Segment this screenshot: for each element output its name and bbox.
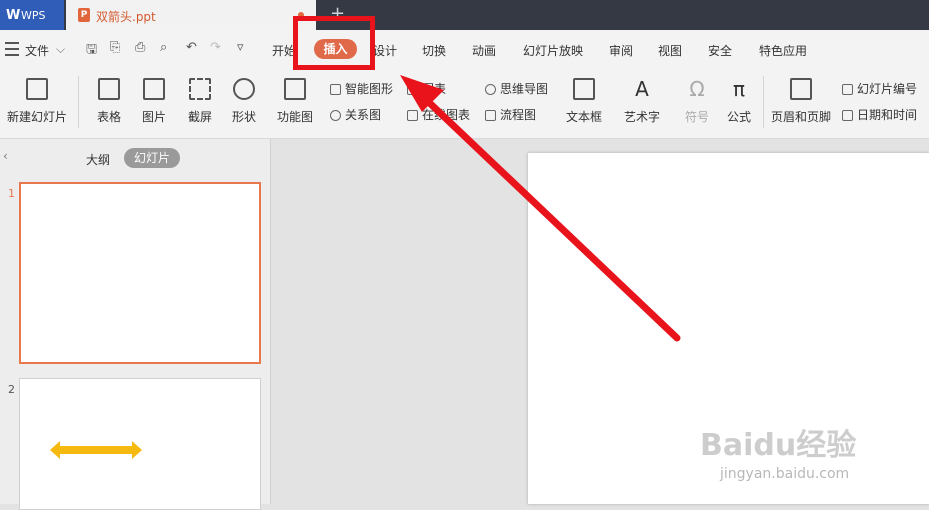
menu-tab-view[interactable]: 视图 bbox=[658, 42, 682, 59]
chart-icon bbox=[407, 84, 418, 95]
slide-thumbnail-1[interactable] bbox=[19, 182, 261, 364]
wordart-icon: A bbox=[635, 77, 649, 101]
redo-icon[interactable]: ↷ bbox=[210, 40, 221, 55]
print-preview-icon[interactable]: ⌕ bbox=[160, 40, 167, 55]
shape-icon bbox=[233, 78, 255, 100]
tab-outline[interactable]: 大纲 bbox=[86, 151, 110, 168]
textbox-icon bbox=[573, 78, 595, 100]
relation-chart-icon bbox=[330, 110, 341, 121]
calendar-icon bbox=[842, 110, 853, 121]
table-button[interactable]: 表格 bbox=[90, 78, 128, 125]
tab-slides[interactable]: 幻灯片 bbox=[124, 148, 180, 168]
wps-tab-label: WPS bbox=[21, 9, 46, 22]
double-arrow-shape bbox=[50, 441, 142, 459]
picture-icon bbox=[143, 78, 165, 100]
hamburger-menu-icon[interactable] bbox=[5, 42, 19, 56]
undo-icon[interactable]: ↶ bbox=[186, 40, 197, 55]
slide-number-2: 2 bbox=[8, 383, 15, 396]
document-tab-label: 双箭头.ppt bbox=[96, 10, 156, 24]
menu-tab-security[interactable]: 安全 bbox=[708, 42, 732, 59]
date-time-button[interactable]: 日期和时间 bbox=[842, 106, 917, 123]
slide-thumbnail-2[interactable] bbox=[19, 378, 261, 510]
screenshot-icon bbox=[189, 78, 211, 100]
online-chart-icon bbox=[407, 110, 418, 121]
menu-tab-animation[interactable]: 动画 bbox=[472, 42, 496, 59]
slide-number-button[interactable]: 幻灯片编号 bbox=[842, 80, 917, 97]
flowchart-button[interactable]: 流程图 bbox=[485, 106, 536, 123]
slide-thumbnail-panel: ‹ 大纲 幻灯片 1 2 bbox=[0, 139, 271, 510]
quick-access-dropdown-icon[interactable]: ▿ bbox=[237, 40, 244, 55]
wps-home-tab[interactable]: W WPS bbox=[0, 0, 64, 30]
shape-button[interactable]: 形状 bbox=[225, 78, 263, 125]
omega-symbol-icon: Ω bbox=[689, 77, 705, 101]
annotation-highlight-box bbox=[293, 16, 375, 70]
mindmap-button[interactable]: 思维导图 bbox=[485, 80, 548, 97]
print-icon[interactable]: ⎙ bbox=[135, 40, 145, 55]
pi-formula-icon: π bbox=[732, 77, 746, 101]
new-slide-icon bbox=[26, 78, 48, 100]
save-icon[interactable]: 🖫 bbox=[86, 40, 97, 62]
menu-bar: 文件 ⌵ 🖫 ⎘ ⎙ ⌕ ↶ ↷ ▿ 开始 插入 设计 切换 动画 幻灯片放映 … bbox=[0, 30, 929, 68]
ribbon-separator bbox=[78, 76, 79, 128]
symbol-button[interactable]: Ω 符号 bbox=[678, 78, 716, 125]
wps-logo-icon: W bbox=[6, 8, 21, 23]
document-tab[interactable]: P 双箭头.ppt bbox=[66, 0, 316, 30]
menu-tab-review[interactable]: 审阅 bbox=[609, 42, 633, 59]
new-slide-button[interactable]: 新建幻灯片 bbox=[2, 78, 72, 125]
formula-button[interactable]: π 公式 bbox=[722, 78, 756, 125]
file-menu[interactable]: 文件 bbox=[25, 42, 49, 59]
screenshot-button[interactable]: 截屏 bbox=[181, 78, 219, 125]
baidu-watermark-url: jingyan.baidu.com bbox=[720, 466, 850, 482]
function-chart-button[interactable]: 功能图 bbox=[272, 78, 318, 125]
format-painter-icon[interactable]: ⎘ bbox=[110, 40, 120, 55]
flowchart-icon bbox=[485, 110, 496, 121]
menu-tab-features[interactable]: 特色应用 bbox=[759, 42, 807, 59]
slide-number-1: 1 bbox=[8, 187, 15, 200]
baidu-watermark: Baidu经验 bbox=[700, 428, 857, 463]
ppt-file-icon: P bbox=[78, 8, 90, 22]
textbox-button[interactable]: 文本框 bbox=[562, 78, 606, 125]
picture-button[interactable]: 图片 bbox=[135, 78, 173, 125]
collapse-panel-icon[interactable]: ‹ bbox=[3, 149, 8, 163]
online-chart-button[interactable]: 在线图表 bbox=[407, 106, 470, 123]
function-chart-icon bbox=[284, 78, 306, 100]
title-tab-bar: W WPS P 双箭头.ppt + bbox=[0, 0, 929, 30]
insert-ribbon: 新建幻灯片 表格 图片 截屏 形状 功能图 智能图形 图表 关系图 在线图表 思… bbox=[0, 68, 929, 139]
relation-chart-button[interactable]: 关系图 bbox=[330, 106, 381, 123]
menu-tab-slideshow[interactable]: 幻灯片放映 bbox=[523, 42, 583, 59]
mindmap-icon bbox=[485, 84, 496, 95]
menu-tab-transition[interactable]: 切换 bbox=[422, 42, 446, 59]
ribbon-separator bbox=[763, 76, 764, 128]
header-footer-icon bbox=[790, 78, 812, 100]
wordart-button[interactable]: A 艺术字 bbox=[619, 78, 665, 125]
header-footer-button[interactable]: 页眉和页脚 bbox=[768, 78, 834, 125]
chart-button[interactable]: 图表 bbox=[407, 80, 446, 97]
table-icon bbox=[98, 78, 120, 100]
file-menu-chevron-icon[interactable]: ⌵ bbox=[56, 42, 65, 57]
smartart-button[interactable]: 智能图形 bbox=[330, 80, 393, 97]
menu-tab-design[interactable]: 设计 bbox=[373, 42, 397, 59]
slide-number-icon bbox=[842, 84, 853, 95]
smartart-icon bbox=[330, 84, 341, 95]
